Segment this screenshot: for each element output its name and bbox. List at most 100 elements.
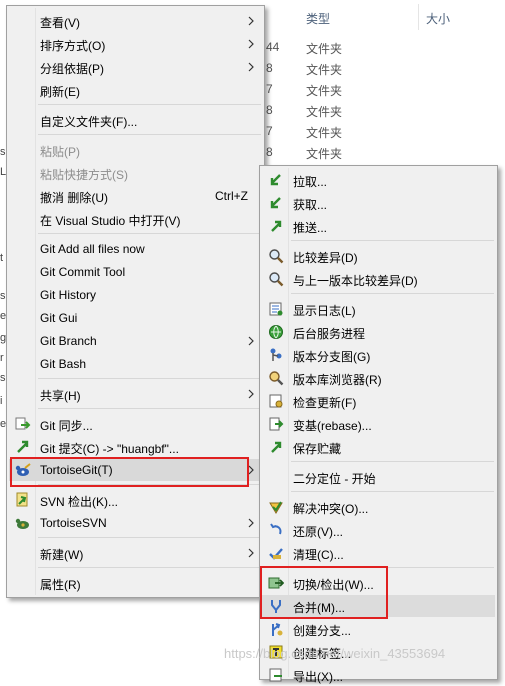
submenu-item-push[interactable]: 推送... xyxy=(262,215,495,237)
submenu-item-export[interactable]: 导出(X)... xyxy=(262,664,495,686)
menu-item-label: Git Gui xyxy=(40,311,78,325)
row-num: 7 xyxy=(266,124,273,138)
left-fragment: s xyxy=(0,290,6,302)
submenu-item-bisect-start[interactable]: 二分定位 - 开始 xyxy=(262,466,495,488)
branch-icon xyxy=(272,623,283,636)
menu-item-label: 排序方式(O) xyxy=(40,39,106,53)
menu-item-label: 变基(rebase)... xyxy=(293,419,372,433)
left-fragment: s xyxy=(0,146,6,158)
row-num: 8 xyxy=(266,103,273,117)
menu-item-label: 属性(R) xyxy=(40,578,81,592)
row-type: 文件夹 xyxy=(306,63,343,77)
log-icon xyxy=(269,302,283,316)
repo-browser-icon xyxy=(269,371,284,386)
menu-item-label: 共享(H) xyxy=(40,389,81,403)
menu-item-label: 保存贮藏 xyxy=(293,442,342,456)
left-fragment: i xyxy=(0,395,3,407)
menu-item-properties[interactable]: 属性(R) xyxy=(9,572,262,594)
menu-item-refresh[interactable]: 刷新(E) xyxy=(9,79,262,101)
menu-item-view[interactable]: 查看(V) xyxy=(9,10,262,32)
menu-item-git-commit[interactable]: Git 提交(C) -> "huangbf"... xyxy=(9,436,262,458)
submenu-item-fetch[interactable]: 获取... xyxy=(262,192,495,214)
row-num: 8 xyxy=(266,61,273,75)
watermark-text: https://blog.csdn.net/weixin_43553694 xyxy=(224,646,446,661)
menu-item-label: 显示日志(L) xyxy=(293,304,356,318)
menu-item-share[interactable]: 共享(H) xyxy=(9,383,262,405)
menu-item-group-by[interactable]: 分组依据(P) xyxy=(9,56,262,78)
menu-item-label: 解决冲突(O)... xyxy=(293,502,369,516)
menu-item-label: 拉取... xyxy=(293,175,328,189)
clean-icon xyxy=(269,548,283,560)
menu-separator xyxy=(291,491,494,492)
menu-item-git-commit-tool[interactable]: Git Commit Tool xyxy=(9,261,262,283)
menu-item-sort-by[interactable]: 排序方式(O) xyxy=(9,33,262,55)
revision-graph-icon xyxy=(270,348,282,361)
pull-icon xyxy=(270,174,281,186)
check-updates-icon xyxy=(269,394,283,408)
submenu-item-daemon[interactable]: 后台服务进程 xyxy=(262,321,495,343)
row-type: 文件夹 xyxy=(306,84,343,98)
submenu-item-stash-save[interactable]: 保存贮藏 xyxy=(262,436,495,458)
menu-item-undo-delete[interactable]: 撤消 删除(U) Ctrl+Z xyxy=(9,185,262,207)
row-type: 文件夹 xyxy=(306,105,343,119)
menu-item-label: 粘贴(P) xyxy=(40,145,80,159)
submenu-arrow-icon xyxy=(248,518,254,528)
menu-item-tortoisesvn[interactable]: TortoiseSVN xyxy=(9,512,262,534)
submenu-item-rebase[interactable]: 变基(rebase)... xyxy=(262,413,495,435)
menu-item-open-in-visual-studio[interactable]: 在 Visual Studio 中打开(V) xyxy=(9,208,262,230)
column-type-header[interactable]: 类型 xyxy=(306,10,330,27)
fetch-icon xyxy=(270,197,281,209)
revert-icon xyxy=(270,523,282,535)
menu-item-label: Git Bash xyxy=(40,357,87,371)
menu-item-label: 导出(X)... xyxy=(293,670,343,684)
menu-item-label: 清理(C)... xyxy=(293,548,344,562)
submenu-item-resolve[interactable]: 解决冲突(O)... xyxy=(262,496,495,518)
submenu-item-clean[interactable]: 清理(C)... xyxy=(262,542,495,564)
explorer-context-menu: 查看(V) 排序方式(O) 分组依据(P) 刷新(E) 自定义文件夹(F)...… xyxy=(6,5,265,598)
menu-item-paste[interactable]: 粘贴(P) xyxy=(9,139,262,161)
menu-item-label: 自定义文件夹(F)... xyxy=(40,115,138,129)
menu-item-label: 新建(W) xyxy=(40,548,84,562)
menu-item-label: 获取... xyxy=(293,198,328,212)
menu-item-label: 在 Visual Studio 中打开(V) xyxy=(40,214,181,228)
magnifier-icon xyxy=(269,272,284,287)
menu-separator xyxy=(291,461,494,462)
submenu-arrow-icon xyxy=(248,62,254,72)
menu-item-label: 后台服务进程 xyxy=(293,327,366,341)
submenu-item-pull[interactable]: 拉取... xyxy=(262,169,495,191)
file-list-header: 类型 大小 xyxy=(265,0,505,33)
menu-item-git-branch[interactable]: Git Branch xyxy=(9,330,262,352)
tortoisesvn-icon xyxy=(15,518,29,529)
column-divider[interactable] xyxy=(418,4,419,30)
menu-item-new[interactable]: 新建(W) xyxy=(9,542,262,564)
menu-item-paste-shortcut[interactable]: 粘贴快捷方式(S) xyxy=(9,162,262,184)
push-icon xyxy=(271,220,282,232)
menu-separator xyxy=(38,408,261,409)
submenu-arrow-icon xyxy=(248,336,254,346)
menu-item-label: 检查更新(F) xyxy=(293,396,357,410)
menu-item-git-add-all[interactable]: Git Add all files now xyxy=(9,238,262,260)
menu-item-git-gui[interactable]: Git Gui xyxy=(9,307,262,329)
submenu-item-create-branch[interactable]: 创建分支... xyxy=(262,618,495,640)
menu-item-svn-checkout[interactable]: SVN 检出(K)... xyxy=(9,489,262,511)
submenu-item-diff[interactable]: 比较差异(D) xyxy=(262,245,495,267)
submenu-item-check-updates[interactable]: 检查更新(F) xyxy=(262,390,495,412)
svn-checkout-icon xyxy=(16,492,28,507)
menu-item-git-bash[interactable]: Git Bash xyxy=(9,353,262,375)
submenu-item-diff-previous[interactable]: 与上一版本比较差异(D) xyxy=(262,268,495,290)
menu-item-git-history[interactable]: Git History xyxy=(9,284,262,306)
submenu-item-show-log[interactable]: 显示日志(L) xyxy=(262,298,495,320)
export-icon xyxy=(269,668,282,682)
annotation-box-switch-merge xyxy=(260,566,388,619)
menu-item-label: Git 同步... xyxy=(40,419,93,433)
menu-item-label: SVN 检出(K)... xyxy=(40,495,119,509)
column-size-header[interactable]: 大小 xyxy=(426,10,450,27)
row-num: 44 xyxy=(266,40,280,54)
menu-item-git-sync[interactable]: Git 同步... xyxy=(9,413,262,435)
annotation-box-tortoisegit xyxy=(10,457,249,487)
submenu-item-revision-graph[interactable]: 版本分支图(G) xyxy=(262,344,495,366)
submenu-item-revert[interactable]: 还原(V)... xyxy=(262,519,495,541)
menu-item-label: 查看(V) xyxy=(40,16,80,30)
menu-item-customize-folder[interactable]: 自定义文件夹(F)... xyxy=(9,109,262,131)
submenu-item-repo-browser[interactable]: 版本库浏览器(R) xyxy=(262,367,495,389)
